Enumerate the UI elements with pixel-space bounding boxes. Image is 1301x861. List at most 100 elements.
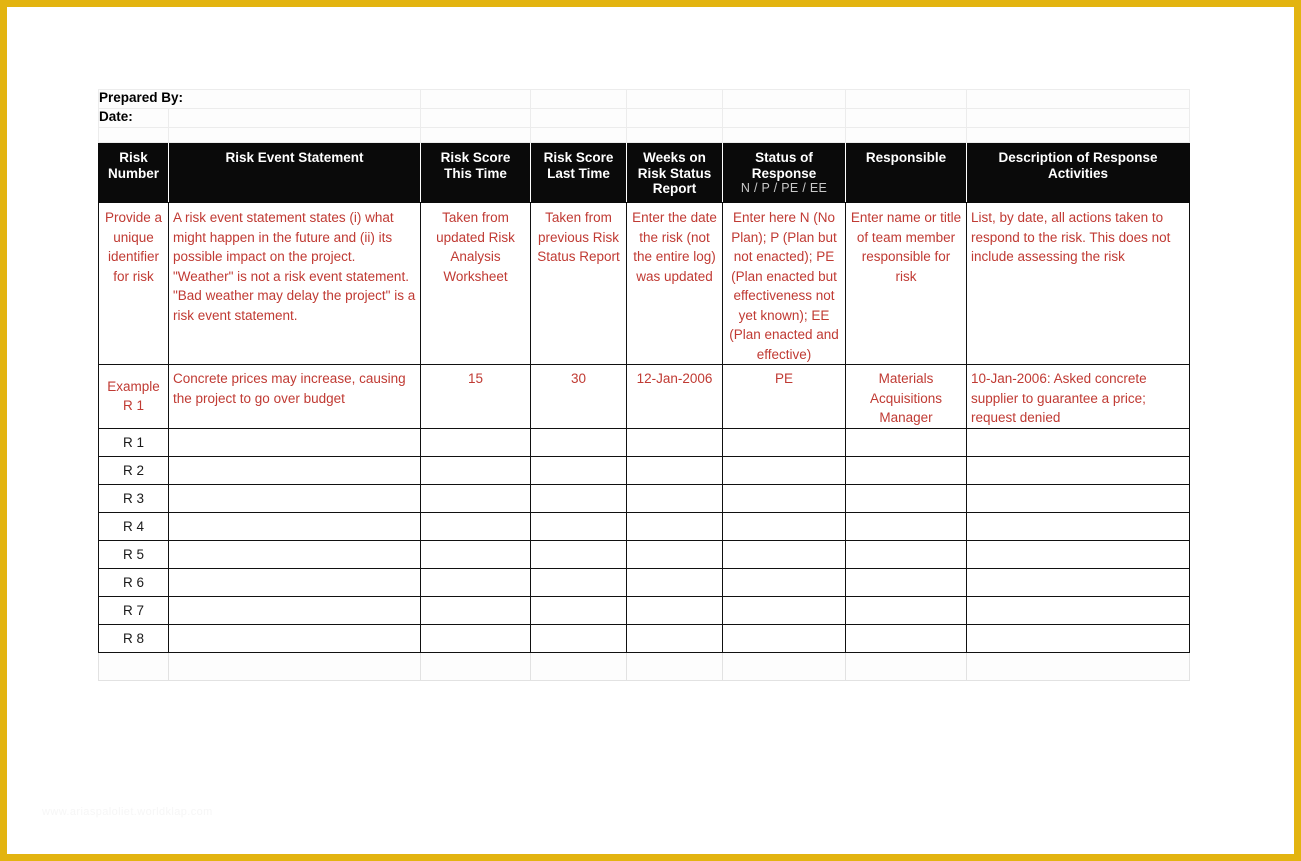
row-risk-number: R 4 (98, 512, 169, 541)
col-header-status-codes: N / P / PE / EE (740, 181, 828, 195)
row-risk-number: R 6 (98, 568, 169, 597)
prepared-by-cell-5[interactable] (845, 89, 968, 109)
row-weeks-on-report[interactable] (626, 596, 724, 625)
table-row: R 5 (98, 540, 1191, 569)
example-responsible: Materials Acquisitions Manager (845, 364, 968, 429)
row-weeks-on-report[interactable] (626, 512, 724, 541)
row-risk-score-this-time[interactable] (420, 540, 532, 569)
instruction-responsible: Enter name or title of team member respo… (845, 202, 968, 365)
example-risk-event-statement: Concrete prices may increase, causing th… (167, 364, 422, 429)
row-status-of-response[interactable] (722, 568, 847, 597)
col-header-status-line2: Response (751, 165, 817, 181)
row-risk-event-statement[interactable] (167, 484, 422, 513)
instruction-weeks-on-report: Enter the date the risk (not the entire … (626, 202, 724, 365)
tail-cell-7 (966, 651, 1191, 681)
row-risk-score-last-time[interactable] (530, 596, 628, 625)
row-risk-event-statement[interactable] (167, 540, 422, 569)
row-risk-score-last-time[interactable] (530, 484, 628, 513)
row-responsible[interactable] (845, 624, 968, 653)
row-description-of-response[interactable] (966, 512, 1191, 541)
row-risk-score-last-time[interactable] (530, 540, 628, 569)
row-risk-score-this-time[interactable] (420, 456, 532, 485)
row-weeks-on-report[interactable] (626, 428, 724, 457)
prepared-by-cell-4[interactable] (722, 89, 847, 109)
row-responsible[interactable] (845, 596, 968, 625)
col-header-responsible: Responsible (845, 142, 968, 203)
row-risk-score-last-time[interactable] (530, 512, 628, 541)
col-header-weeks-line1: Weeks on (643, 150, 706, 165)
col-header-weeks-on-risk-status-report: Weeks on Risk Status Report (626, 142, 724, 203)
row-responsible[interactable] (845, 484, 968, 513)
table-header-row: Risk Number Risk Event Statement Risk Sc… (98, 142, 1191, 203)
prepared-by-cell-3[interactable] (626, 89, 724, 109)
row-weeks-on-report[interactable] (626, 540, 724, 569)
row-responsible[interactable] (845, 568, 968, 597)
row-weeks-on-report[interactable] (626, 568, 724, 597)
row-status-of-response[interactable] (722, 484, 847, 513)
col-header-description-line1: Description of Response (998, 150, 1158, 165)
row-description-of-response[interactable] (966, 484, 1191, 513)
col-header-risk-score-last-time-line2: Last Time (547, 165, 610, 181)
row-risk-score-last-time[interactable] (530, 456, 628, 485)
prepared-by-cell-6[interactable] (966, 89, 1191, 109)
row-weeks-on-report[interactable] (626, 624, 724, 653)
prepared-by-cell-2[interactable] (530, 89, 628, 109)
row-risk-score-last-time[interactable] (530, 568, 628, 597)
row-weeks-on-report[interactable] (626, 484, 724, 513)
row-risk-event-statement[interactable] (167, 624, 422, 653)
col-header-risk-score-this-time-line2: This Time (444, 165, 507, 181)
row-responsible[interactable] (845, 512, 968, 541)
row-status-of-response[interactable] (722, 456, 847, 485)
row-description-of-response[interactable] (966, 596, 1191, 625)
row-risk-score-this-time[interactable] (420, 568, 532, 597)
row-risk-score-this-time[interactable] (420, 596, 532, 625)
date-cell-1[interactable] (420, 108, 532, 128)
row-risk-event-statement[interactable] (167, 428, 422, 457)
date-cell-4[interactable] (722, 108, 847, 128)
row-description-of-response[interactable] (966, 624, 1191, 653)
col-header-risk-event-statement-line1: Risk Event Statement (225, 150, 364, 165)
date-cell-6[interactable] (966, 108, 1191, 128)
table-trailing-row (98, 651, 1191, 681)
col-header-risk-number-line2: Number (107, 165, 159, 181)
example-risk-number: Example R 1 (98, 364, 169, 429)
row-risk-score-last-time[interactable] (530, 428, 628, 457)
row-risk-score-this-time[interactable] (420, 484, 532, 513)
col-header-risk-score-last-time-line1: Risk Score (543, 150, 614, 165)
date-cell-0[interactable] (167, 108, 422, 128)
row-status-of-response[interactable] (722, 512, 847, 541)
row-responsible[interactable] (845, 428, 968, 457)
table-row: R 2 (98, 456, 1191, 485)
row-responsible[interactable] (845, 540, 968, 569)
row-status-of-response[interactable] (722, 596, 847, 625)
row-risk-event-statement[interactable] (167, 512, 422, 541)
row-description-of-response[interactable] (966, 568, 1191, 597)
row-risk-score-this-time[interactable] (420, 428, 532, 457)
row-risk-event-statement[interactable] (167, 596, 422, 625)
row-risk-number: R 1 (98, 428, 169, 457)
row-description-of-response[interactable] (966, 456, 1191, 485)
col-header-description-line2: Activities (1048, 165, 1109, 181)
col-header-status-line1: Status of (755, 150, 813, 165)
row-risk-event-statement[interactable] (167, 456, 422, 485)
example-description-of-response: 10-Jan-2006: Asked concrete supplier to … (966, 364, 1191, 429)
risk-status-report-table: Prepared By: Date: Risk Number Risk Even… (97, 89, 1191, 681)
row-weeks-on-report[interactable] (626, 456, 724, 485)
row-status-of-response[interactable] (722, 540, 847, 569)
row-responsible[interactable] (845, 456, 968, 485)
row-risk-score-last-time[interactable] (530, 624, 628, 653)
date-cell-3[interactable] (626, 108, 724, 128)
date-cell-2[interactable] (530, 108, 628, 128)
date-cell-5[interactable] (845, 108, 968, 128)
instruction-status-of-response: Enter here N (No Plan); P (Plan but not … (722, 202, 847, 365)
row-risk-score-this-time[interactable] (420, 512, 532, 541)
row-status-of-response[interactable] (722, 428, 847, 457)
instruction-description-of-response: List, by date, all actions taken to resp… (966, 202, 1191, 365)
row-description-of-response[interactable] (966, 428, 1191, 457)
prepared-by-label: Prepared By: (97, 89, 422, 109)
row-risk-score-this-time[interactable] (420, 624, 532, 653)
row-risk-event-statement[interactable] (167, 568, 422, 597)
row-status-of-response[interactable] (722, 624, 847, 653)
row-description-of-response[interactable] (966, 540, 1191, 569)
prepared-by-cell-1[interactable] (420, 89, 532, 109)
